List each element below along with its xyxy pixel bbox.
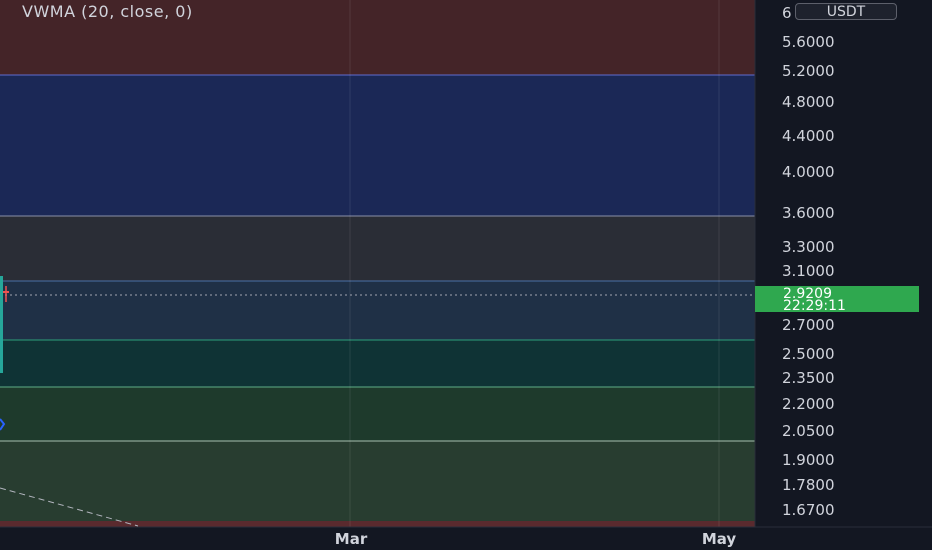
price-chart[interactable]: 5.6000 5.2000 4.8000 4.4000 4.0000 3.6000 3.30… (0, 0, 932, 550)
time-label-mar: Mar (335, 530, 368, 548)
zone-band-teal (0, 340, 755, 387)
price-tick-label: 2.7000 (782, 316, 835, 334)
price-tick-label: 2.0500 (782, 422, 835, 440)
price-tick-label: 2.5000 (782, 345, 835, 363)
last-price-tag: 2.9209 22:29:11 (755, 286, 919, 314)
price-tick-label: 4.0000 (782, 163, 835, 181)
candle-up[interactable] (0, 276, 3, 373)
price-tick-label: 4.4000 (782, 127, 835, 145)
price-tick-label: 1.7800 (782, 476, 835, 494)
price-label-top-partial: 6 (782, 4, 792, 22)
currency-button[interactable]: USDT (795, 3, 897, 20)
zone-band-sage (0, 441, 755, 522)
zone-band-blue (0, 75, 755, 216)
price-tick-label: 1.9000 (782, 451, 835, 469)
zone-band-steel (0, 281, 755, 340)
price-tick-label: 1.6700 (782, 501, 835, 519)
price-tick-label: 5.2000 (782, 62, 835, 80)
zone-band-grey (0, 216, 755, 281)
price-tick-label: 4.8000 (782, 93, 835, 111)
price-tick-label: 2.3500 (782, 369, 835, 387)
zone-band-bottom-red (0, 521, 755, 527)
price-tick-label: 3.1000 (782, 262, 835, 280)
zone-band-green (0, 387, 755, 441)
time-label-may: May (702, 530, 737, 548)
price-tick-label: 3.6000 (782, 204, 835, 222)
price-tick-label: 3.3000 (782, 238, 835, 256)
price-tick-label: 5.6000 (782, 33, 835, 51)
price-tick-label: 2.2000 (782, 395, 835, 413)
bar-countdown: 22:29:11 (783, 298, 846, 314)
indicator-legend-label[interactable]: VWMA (20, close, 0) (22, 2, 193, 21)
time-axis[interactable] (0, 527, 932, 550)
